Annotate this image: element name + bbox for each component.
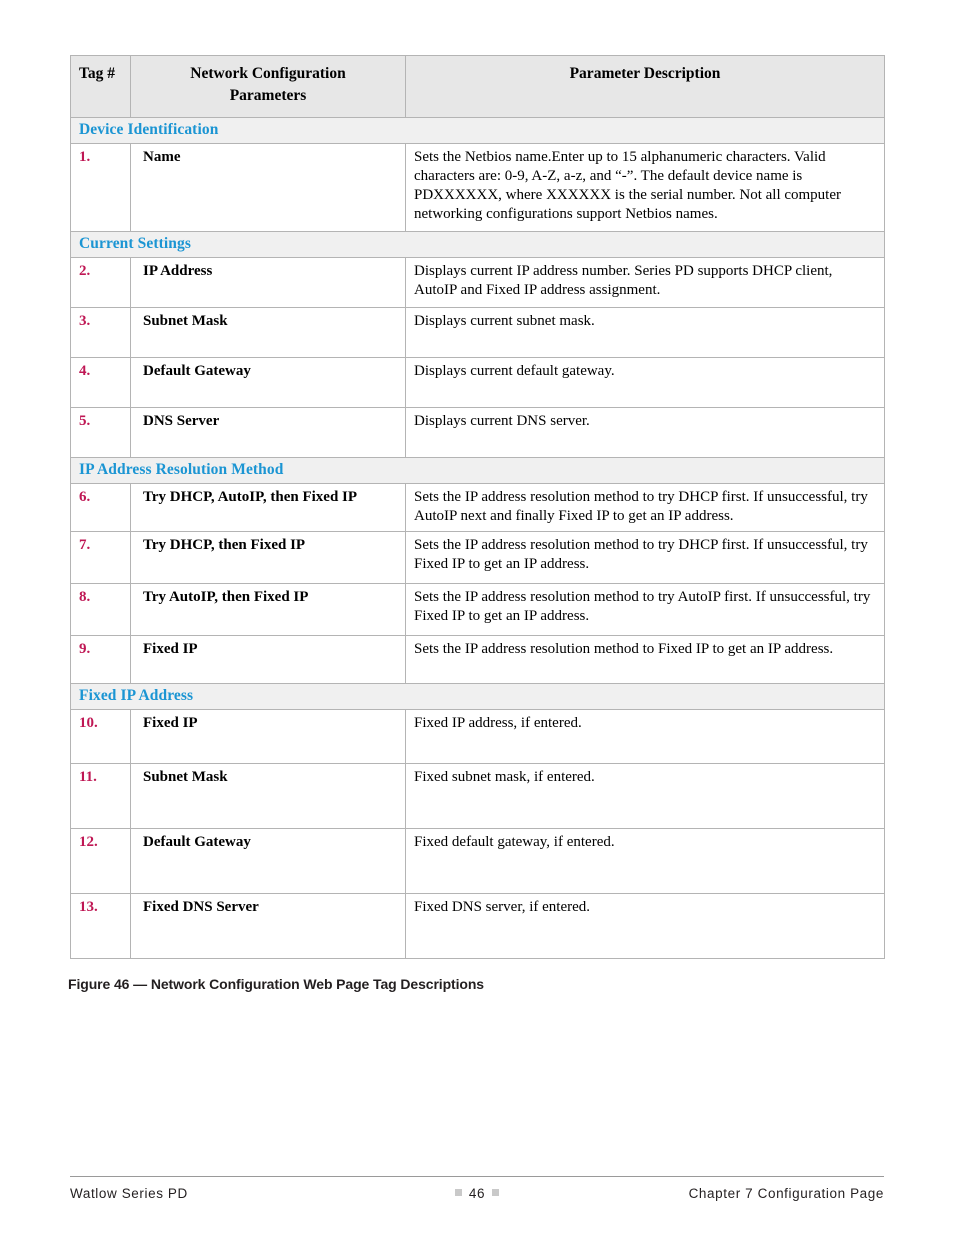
cell-parameter-name: Try DHCP, AutoIP, then Fixed IP [130, 482, 406, 533]
figure-caption: Figure 46 — Network Configuration Web Pa… [68, 976, 484, 992]
cell-parameter-name: Try AutoIP, then Fixed IP [130, 583, 406, 637]
table-row: 6. Try DHCP, AutoIP, then Fixed IP Sets th… [70, 482, 885, 533]
section-header-label: Device Identification [79, 120, 219, 138]
table-row: 5. DNS Server Displays current DNS server. [70, 406, 885, 458]
cell-tag-number: 5. [70, 406, 131, 458]
cell-parameter-name: Subnet Mask [130, 763, 406, 830]
network-configuration-tag-table: Tag # Network Configuration Parameters P… [70, 55, 885, 960]
cell-tag-number: 10. [70, 709, 131, 765]
cell-parameter-description: Displays current IP address number. Seri… [405, 256, 885, 308]
column-header-description: Parameter Description [405, 55, 885, 118]
cell-parameter-name: Subnet Mask [130, 306, 406, 358]
cell-parameter-description: Displays current default gateway. [405, 356, 885, 408]
cell-parameter-name: IP Address [130, 256, 406, 308]
table-row: 9. Fixed IP Sets the IP address resolution… [70, 635, 885, 685]
cell-parameter-description: Sets the IP address resolution method to… [405, 583, 885, 637]
cell-parameter-description: Sets the IP address resolution method to… [405, 635, 885, 685]
table-header: Tag # Network Configuration Parameters P… [70, 55, 885, 118]
section-header-label: IP Address Resolution Method [79, 460, 284, 478]
column-header-parameters-line2: Parameters [229, 87, 307, 105]
table-header-row: Tag # Network Configuration Parameters P… [70, 55, 885, 118]
section-header-label: Fixed IP Address [79, 687, 194, 705]
cell-tag-number: 4. [70, 356, 131, 408]
square-marker-right-icon [492, 1189, 500, 1196]
cell-parameter-description: Sets the IP address resolution method to… [405, 531, 885, 585]
cell-tag-number: 9. [70, 635, 131, 685]
cell-parameter-description: Displays current subnet mask. [405, 306, 885, 358]
cell-parameter-name: Fixed IP [130, 709, 406, 765]
cell-parameter-name: Fixed IP [130, 635, 406, 685]
cell-tag-number: 3. [70, 306, 131, 358]
cell-parameter-description: Sets the IP address resolution method to… [405, 482, 885, 533]
cell-parameter-description: Displays current DNS server. [405, 406, 885, 458]
column-header-parameters-line1: Network Configuration [190, 65, 346, 82]
cell-tag-number: 6. [70, 482, 131, 533]
table-row: 10. Fixed IP Fixed IP address, if entered. [70, 709, 885, 765]
table-row: 3. Subnet Mask Displays current subnet mas… [70, 306, 885, 358]
footer-page-number: 46 [468, 1186, 486, 1201]
page-footer: Watlow Series PD 46 Chapter 7 Configurat… [70, 1186, 884, 1210]
cell-tag-number: 7. [70, 531, 131, 585]
cell-tag-number: 2. [70, 256, 131, 308]
table-row: 1. Name Sets the Netbios name.Enter up to … [70, 142, 885, 232]
section-header-row: Device Identification [70, 116, 885, 144]
document-page: Tag # Network Configuration Parameters P… [0, 0, 954, 1235]
cell-parameter-description: Fixed default gateway, if entered. [405, 828, 885, 895]
table-row: 7. Try DHCP, then Fixed IP Sets the IP add… [70, 531, 885, 585]
table-row: 12. Default Gateway Fixed default gateway,… [70, 828, 885, 895]
column-header-parameters: Network Configuration Parameters [130, 55, 406, 118]
section-header-row: Fixed IP Address [70, 683, 885, 711]
section-header-row: Current Settings [70, 230, 885, 258]
cell-parameter-description: Fixed IP address, if entered. [405, 709, 885, 765]
table-row: 8. Try AutoIP, then Fixed IP Sets the IP a… [70, 583, 885, 637]
square-marker-left-icon [454, 1189, 462, 1196]
cell-parameter-description: Fixed DNS server, if entered. [405, 893, 885, 960]
cell-parameter-description: Fixed subnet mask, if entered. [405, 763, 885, 830]
table-row: 11. Subnet Mask Fixed subnet mask, if ente… [70, 763, 885, 830]
cell-parameter-description: Sets the Netbios name.Enter up to 15 alp… [405, 142, 885, 232]
table-row: 13. Fixed DNS Server Fixed DNS server, if … [70, 893, 885, 960]
table-row: 2. IP Address Displays current IP address … [70, 256, 885, 308]
cell-tag-number: 13. [70, 893, 131, 960]
cell-parameter-name: Default Gateway [130, 356, 406, 408]
section-header-cell: Current Settings [70, 230, 885, 258]
cell-tag-number: 8. [70, 583, 131, 637]
section-header-row: IP Address Resolution Method [70, 456, 885, 484]
cell-parameter-name: DNS Server [130, 406, 406, 458]
footer-divider [70, 1176, 884, 1177]
section-header-cell: Fixed IP Address [70, 683, 885, 711]
cell-parameter-name: Name [130, 142, 406, 232]
cell-parameter-name: Try DHCP, then Fixed IP [130, 531, 406, 585]
table-body: Device Identification 1. Name Sets the Netb… [70, 116, 885, 960]
cell-tag-number: 1. [70, 142, 131, 232]
cell-parameter-name: Fixed DNS Server [130, 893, 406, 960]
section-header-cell: IP Address Resolution Method [70, 456, 885, 484]
table-row: 4. Default Gateway Displays current defaul… [70, 356, 885, 408]
cell-tag-number: 11. [70, 763, 131, 830]
footer-chapter-name: Chapter 7 Configuration Page [688, 1186, 884, 1201]
cell-parameter-name: Default Gateway [130, 828, 406, 895]
column-header-tag: Tag # [70, 55, 131, 118]
cell-tag-number: 12. [70, 828, 131, 895]
section-header-label: Current Settings [79, 234, 191, 252]
section-header-cell: Device Identification [70, 116, 885, 144]
